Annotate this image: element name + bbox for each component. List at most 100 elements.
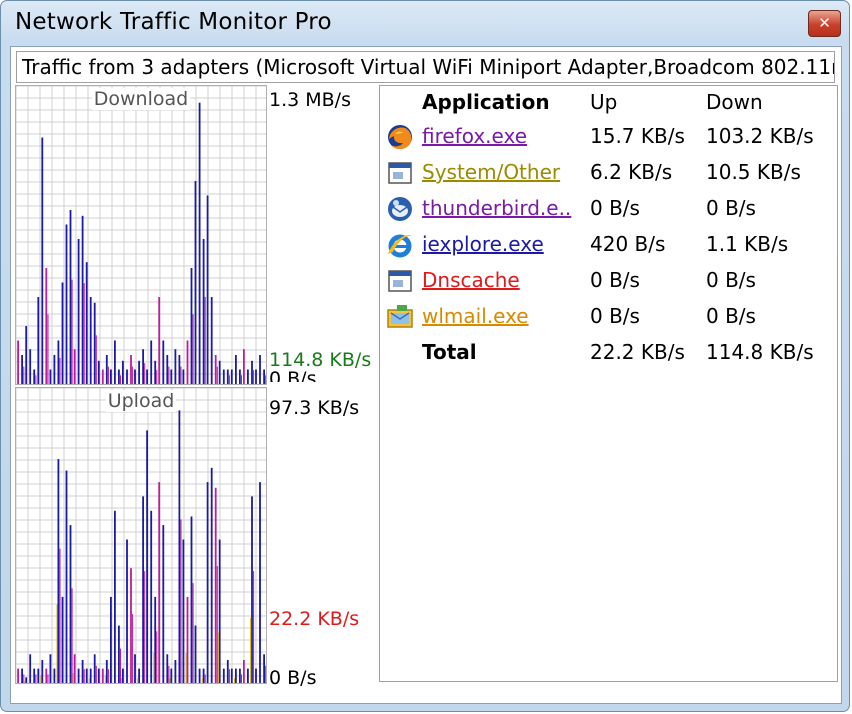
traffic-bar: [126, 539, 128, 683]
traffic-bar: [49, 369, 52, 384]
traffic-bar: [186, 340, 189, 384]
traffic-bar: [33, 668, 36, 683]
traffic-bar-accent: [83, 669, 85, 683]
header-down[interactable]: Down: [706, 90, 763, 114]
traffic-bar: [239, 668, 241, 683]
traffic-bar: [130, 355, 132, 384]
traffic-bar: [146, 430, 148, 683]
traffic-bar: [25, 677, 28, 683]
traffic-bar: [93, 302, 96, 384]
app-down-rate: 10.5 KB/s: [706, 160, 801, 184]
traffic-bar-accent: [95, 335, 97, 384]
app-name-link[interactable]: thunderbird.e..: [422, 196, 571, 220]
app-name-link[interactable]: Dnscache: [422, 268, 520, 292]
upload-graph-canvas: [16, 388, 266, 683]
table-row[interactable]: System/Other 6.2 KB/s 10.5 KB/s: [380, 156, 837, 192]
traffic-bar-secondary: [153, 652, 155, 683]
traffic-bar: [158, 297, 161, 384]
traffic-bar-accent: [132, 366, 134, 384]
traffic-bar-secondary: [234, 678, 235, 683]
traffic-bar: [218, 360, 221, 384]
traffic-bar: [73, 654, 76, 683]
app-down-rate: 0 B/s: [706, 268, 756, 292]
adapters-info-bar: Traffic from 3 adapters (Microsoft Virtu…: [16, 51, 835, 83]
traffic-bar: [57, 340, 60, 384]
traffic-bar-accent: [59, 357, 61, 384]
total-row: Total 22.2 KB/s 114.8 KB/s: [380, 336, 837, 372]
traffic-bar-accent: [253, 571, 255, 683]
traffic-bar: [126, 369, 128, 384]
traffic-bar-secondary: [121, 678, 122, 683]
traffic-bar-accent: [95, 665, 97, 683]
header-application[interactable]: Application: [422, 90, 550, 114]
traffic-bar: [222, 668, 225, 683]
app-down-rate: 103.2 KB/s: [706, 124, 814, 148]
traffic-bar: [226, 660, 229, 683]
traffic-bar: [202, 239, 205, 384]
traffic-bar: [25, 326, 28, 384]
traffic-bar: [61, 596, 64, 683]
upload-min-scale: 0 B/s: [269, 667, 317, 689]
traffic-bar: [182, 369, 185, 384]
traffic-bar: [170, 668, 173, 683]
traffic-bar: [97, 668, 100, 683]
traffic-bar-accent: [120, 375, 121, 384]
traffic-bar: [214, 355, 217, 384]
traffic-bar: [230, 369, 233, 384]
traffic-bar: [190, 516, 193, 683]
app-name-link[interactable]: wlmail.exe: [422, 304, 529, 328]
close-button[interactable]: ✕: [808, 10, 841, 37]
traffic-bar: [89, 297, 92, 384]
table-row[interactable]: firefox.exe 15.7 KB/s 103.2 KB/s: [380, 120, 837, 156]
traffic-bar: [166, 654, 169, 683]
traffic-bar: [110, 596, 112, 683]
table-row[interactable]: thunderbird.e.. 0 B/s 0 B/s: [380, 192, 837, 228]
traffic-bar: [17, 340, 19, 384]
traffic-bar-accent: [228, 375, 230, 384]
traffic-bar: [178, 355, 181, 384]
app-down-rate: 0 B/s: [706, 196, 756, 220]
download-max-scale: 1.3 MB/s: [269, 89, 351, 111]
traffic-bar-accent: [180, 366, 182, 384]
table-row[interactable]: wlmail.exe 0 B/s 0 B/s: [380, 300, 837, 336]
traffic-bar: [182, 539, 185, 683]
traffic-bar: [89, 668, 92, 683]
window-title: Network Traffic Monitor Pro: [15, 9, 332, 35]
traffic-bar: [77, 668, 80, 683]
traffic-bar-accent: [192, 583, 194, 683]
traffic-bar-accent: [83, 283, 85, 384]
traffic-bar: [146, 369, 148, 384]
traffic-bar: [65, 470, 68, 683]
traffic-bar-accent: [253, 370, 255, 384]
app-name-link[interactable]: iexplore.exe: [422, 232, 544, 256]
traffic-bar: [134, 369, 136, 384]
traffic-bar: [85, 262, 88, 384]
table-row[interactable]: iexplore.exe 420 B/s 1.1 KB/s: [380, 228, 837, 264]
upload-max-scale: 97.3 KB/s: [269, 397, 360, 419]
window-icon: [388, 270, 412, 292]
traffic-bar: [178, 410, 181, 683]
traffic-bar: [243, 660, 245, 683]
traffic-bar-secondary: [169, 678, 171, 683]
traffic-bar-accent: [216, 565, 218, 683]
traffic-bar-accent: [241, 375, 242, 384]
client-area: Traffic from 3 adapters (Microsoft Virtu…: [10, 46, 842, 704]
traffic-bar: [118, 369, 120, 384]
traffic-bar: [194, 625, 197, 683]
traffic-bar: [118, 625, 120, 683]
table-row[interactable]: Dnscache 0 B/s 0 B/s: [380, 264, 837, 300]
traffic-bar: [37, 668, 40, 683]
app-name-link[interactable]: firefox.exe: [422, 124, 527, 148]
traffic-bar-accent: [107, 366, 109, 384]
traffic-bar: [81, 660, 84, 683]
traffic-bar: [110, 369, 112, 384]
traffic-bar: [53, 355, 56, 384]
header-up[interactable]: Up: [590, 90, 617, 114]
traffic-bar-accent: [23, 366, 25, 384]
traffic-bar: [251, 360, 253, 384]
download-graph: Download: [15, 85, 267, 385]
total-label: Total: [422, 340, 477, 364]
traffic-bar-accent: [265, 665, 266, 683]
app-name-link[interactable]: System/Other: [422, 160, 560, 184]
traffic-bar: [101, 668, 104, 683]
